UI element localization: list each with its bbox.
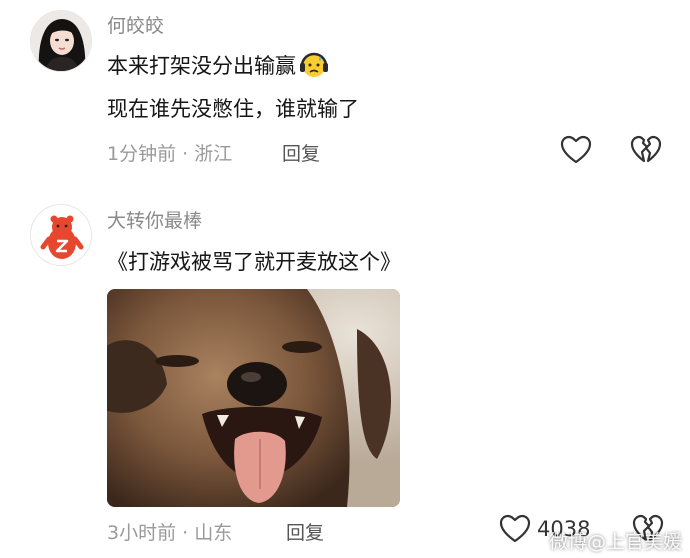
like-button[interactable] bbox=[560, 135, 598, 165]
username[interactable]: 大转你最棒 bbox=[107, 206, 202, 233]
avatar[interactable] bbox=[30, 10, 92, 72]
heart-outline-icon bbox=[560, 135, 592, 164]
location: 山东 bbox=[194, 522, 233, 544]
comment-meta: 1分钟前 · 浙江 bbox=[107, 139, 232, 166]
heart-outline-icon bbox=[499, 514, 531, 543]
comment-text-line-2: 现在谁先没憋住，谁就输了 bbox=[107, 97, 359, 121]
dog-meme-photo[interactable] bbox=[107, 289, 400, 507]
comment-text: 本来打架没分出输赢 bbox=[107, 54, 296, 78]
comment-meta: 3小时前 · 山东 bbox=[107, 518, 232, 545]
dislike-button[interactable] bbox=[630, 135, 662, 165]
avatar[interactable] bbox=[30, 204, 92, 266]
meta-separator: · bbox=[182, 143, 189, 165]
watermark: 微博@上官美媛 bbox=[548, 531, 682, 553]
comment-text-line-1: 本来打架没分出输赢 bbox=[107, 50, 329, 80]
username[interactable]: 何皎皎 bbox=[107, 11, 164, 38]
timestamp: 1分钟前 bbox=[107, 143, 177, 165]
reply-button[interactable]: 回复 bbox=[282, 139, 320, 166]
comment-text: 《打游戏被骂了就开麦放这个》 bbox=[107, 250, 401, 274]
sweating-headphones-face-emoji bbox=[300, 52, 328, 77]
meta-separator: · bbox=[182, 522, 189, 544]
reply-button[interactable]: 回复 bbox=[286, 518, 324, 545]
timestamp: 3小时前 bbox=[107, 522, 177, 544]
location: 浙江 bbox=[194, 143, 233, 165]
broken-heart-icon bbox=[630, 135, 662, 163]
